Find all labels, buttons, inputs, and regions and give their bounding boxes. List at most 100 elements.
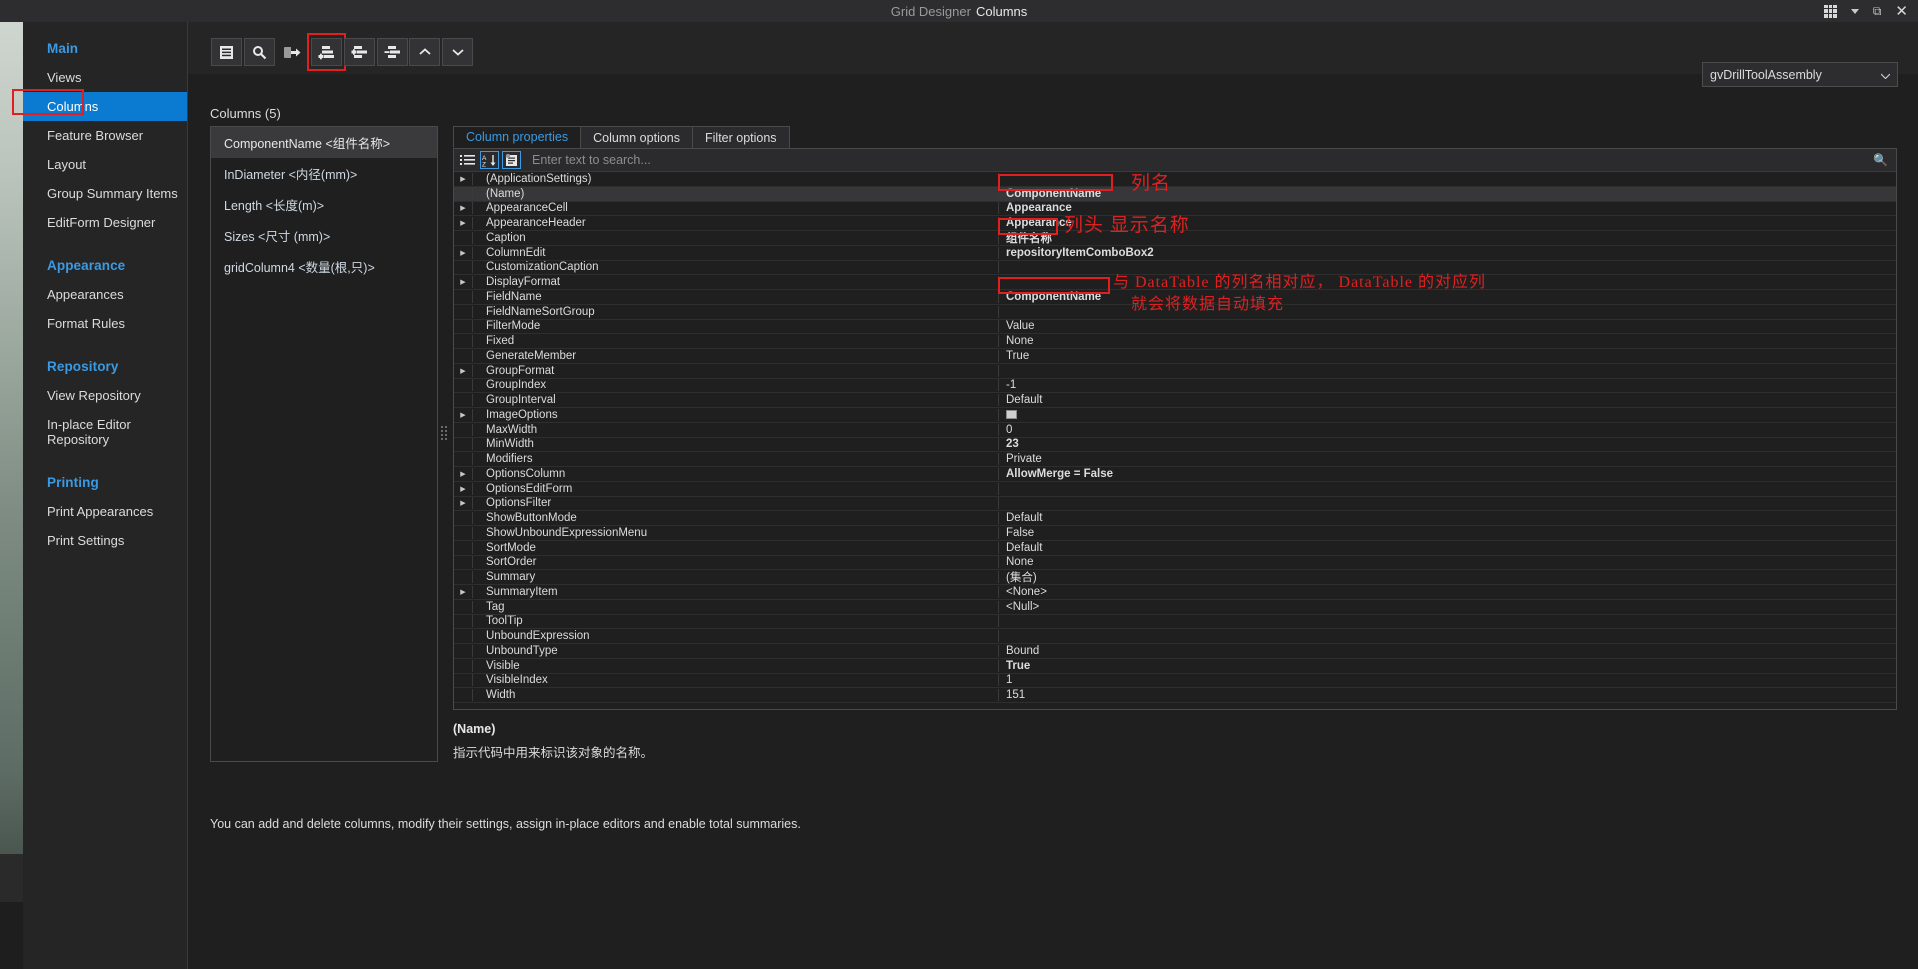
- search-icon-button[interactable]: [244, 38, 275, 66]
- list-item[interactable]: ComponentName <组件名称>: [211, 127, 437, 158]
- property-row[interactable]: UnboundExpression: [454, 629, 1896, 644]
- grid-layout-icon[interactable]: [1823, 4, 1837, 18]
- property-value[interactable]: Default: [999, 394, 1896, 406]
- property-value[interactable]: AllowMerge = False: [999, 468, 1896, 480]
- property-grid-rows[interactable]: ▶ (ApplicationSettings) (Name) ComponentNam…: [454, 172, 1896, 709]
- property-row[interactable]: UnboundType Bound: [454, 644, 1896, 659]
- expand-arrow-icon[interactable]: ▶: [454, 411, 472, 419]
- property-row[interactable]: Summary (集合): [454, 570, 1896, 585]
- property-row[interactable]: GroupIndex -1: [454, 379, 1896, 394]
- property-value[interactable]: 23: [999, 438, 1896, 450]
- expand-arrow-icon[interactable]: ▶: [454, 278, 472, 286]
- property-row[interactable]: ▶ OptionsEditForm: [454, 482, 1896, 497]
- property-value[interactable]: [999, 409, 1896, 421]
- columns-list[interactable]: ComponentName <组件名称> InDiameter <内径(mm)>…: [210, 126, 438, 762]
- property-row[interactable]: ▶ AppearanceHeader Appearance: [454, 216, 1896, 231]
- property-value[interactable]: True: [999, 660, 1896, 672]
- panel-splitter-handle[interactable]: [441, 422, 447, 444]
- list-item[interactable]: InDiameter <内径(mm)>: [211, 158, 437, 189]
- property-row[interactable]: GroupInterval Default: [454, 393, 1896, 408]
- property-row[interactable]: ▶ GroupFormat: [454, 364, 1896, 379]
- property-row[interactable]: SortMode Default: [454, 541, 1896, 556]
- sidebar-item-print-settings[interactable]: Print Settings: [23, 526, 187, 555]
- chevron-down-icon[interactable]: [1850, 8, 1859, 14]
- sidebar-item-format-rules[interactable]: Format Rules: [23, 309, 187, 338]
- property-row[interactable]: MinWidth 23: [454, 438, 1896, 453]
- property-value[interactable]: Private: [999, 453, 1896, 465]
- property-value[interactable]: True: [999, 350, 1896, 362]
- list-item[interactable]: gridColumn4 <数量(根,只)>: [211, 251, 437, 282]
- alphabetical-sort-button[interactable]: A Z: [480, 151, 499, 169]
- add-column-button[interactable]: [311, 38, 342, 66]
- insert-column-button[interactable]: [344, 38, 375, 66]
- remove-column-button[interactable]: [377, 38, 408, 66]
- sidebar-item-editform-designer[interactable]: EditForm Designer: [23, 208, 187, 237]
- property-value[interactable]: 1: [999, 674, 1896, 686]
- close-icon[interactable]: ✕: [1895, 2, 1908, 20]
- categorized-sort-button[interactable]: [458, 151, 477, 169]
- tab-filter-options[interactable]: Filter options: [692, 126, 790, 148]
- property-row[interactable]: Fixed None: [454, 334, 1896, 349]
- property-row[interactable]: VisibleIndex 1: [454, 674, 1896, 689]
- expand-arrow-icon[interactable]: ▶: [454, 249, 472, 257]
- run-designer-button[interactable]: [277, 38, 308, 66]
- property-value[interactable]: ComponentName: [999, 188, 1896, 200]
- property-value[interactable]: Appearance: [999, 202, 1896, 214]
- list-item[interactable]: Length <长度(m)>: [211, 189, 437, 220]
- expand-arrow-icon[interactable]: ▶: [454, 367, 472, 375]
- property-value[interactable]: Bound: [999, 645, 1896, 657]
- property-value[interactable]: Default: [999, 512, 1896, 524]
- property-row[interactable]: Tag <Null>: [454, 600, 1896, 615]
- sidebar-item-inplace-editor-repository[interactable]: In-place Editor Repository: [23, 410, 187, 454]
- property-row[interactable]: Modifiers Private: [454, 452, 1896, 467]
- property-row[interactable]: ▶ (ApplicationSettings): [454, 172, 1896, 187]
- tab-column-properties[interactable]: Column properties: [453, 126, 582, 148]
- tab-column-options[interactable]: Column options: [580, 126, 693, 148]
- sidebar-item-feature-browser[interactable]: Feature Browser: [23, 121, 187, 150]
- property-row[interactable]: Caption 组件名称: [454, 231, 1896, 246]
- property-value[interactable]: None: [999, 556, 1896, 568]
- list-icon-button[interactable]: [211, 38, 242, 66]
- view-selector-dropdown[interactable]: gvDrillToolAssembly: [1702, 62, 1898, 87]
- property-row[interactable]: (Name) ComponentName: [454, 186, 1896, 202]
- expand-arrow-icon[interactable]: ▶: [454, 204, 472, 212]
- property-pages-button[interactable]: [502, 151, 521, 169]
- property-row[interactable]: Width 151: [454, 688, 1896, 703]
- property-row[interactable]: MaxWidth 0: [454, 423, 1896, 438]
- expand-arrow-icon[interactable]: ▶: [454, 485, 472, 493]
- property-row[interactable]: FieldName ComponentName: [454, 290, 1896, 305]
- sidebar-item-print-appearances[interactable]: Print Appearances: [23, 497, 187, 526]
- property-row[interactable]: ▶ ColumnEdit repositoryItemComboBox2: [454, 246, 1896, 261]
- expand-arrow-icon[interactable]: ▶: [454, 175, 472, 183]
- sidebar-item-appearances[interactable]: Appearances: [23, 280, 187, 309]
- property-value[interactable]: 组件名称: [999, 230, 1896, 246]
- move-up-button[interactable]: [409, 38, 440, 66]
- sidebar-item-views[interactable]: Views: [23, 63, 187, 92]
- property-value[interactable]: Default: [999, 542, 1896, 554]
- property-value[interactable]: (集合): [999, 569, 1896, 585]
- property-value[interactable]: -1: [999, 379, 1896, 391]
- sidebar-item-view-repository[interactable]: View Repository: [23, 381, 187, 410]
- expand-arrow-icon[interactable]: ▶: [454, 499, 472, 507]
- property-row[interactable]: Visible True: [454, 659, 1896, 674]
- property-row[interactable]: GenerateMember True: [454, 349, 1896, 364]
- property-row[interactable]: ShowButtonMode Default: [454, 511, 1896, 526]
- sidebar-item-layout[interactable]: Layout: [23, 150, 187, 179]
- property-row[interactable]: ▶ OptionsColumn AllowMerge = False: [454, 467, 1896, 482]
- sidebar-item-columns[interactable]: Columns: [12, 89, 187, 121]
- restore-icon[interactable]: ⧉: [1873, 4, 1882, 19]
- property-row[interactable]: SortOrder None: [454, 556, 1896, 571]
- search-input[interactable]: [530, 150, 1871, 170]
- expand-arrow-icon[interactable]: ▶: [454, 219, 472, 227]
- property-value[interactable]: Appearance: [999, 217, 1896, 229]
- property-value[interactable]: 151: [999, 689, 1896, 701]
- property-value[interactable]: <Null>: [999, 601, 1896, 613]
- property-row[interactable]: ▶ DisplayFormat: [454, 275, 1896, 290]
- property-row[interactable]: ▶ OptionsFilter: [454, 497, 1896, 512]
- property-row[interactable]: FieldNameSortGroup: [454, 305, 1896, 320]
- property-row[interactable]: ▶ AppearanceCell Appearance: [454, 202, 1896, 217]
- property-value[interactable]: ComponentName: [999, 291, 1896, 303]
- property-value[interactable]: repositoryItemComboBox2: [999, 247, 1896, 259]
- property-value[interactable]: False: [999, 527, 1896, 539]
- property-row[interactable]: ▶ SummaryItem <None>: [454, 585, 1896, 600]
